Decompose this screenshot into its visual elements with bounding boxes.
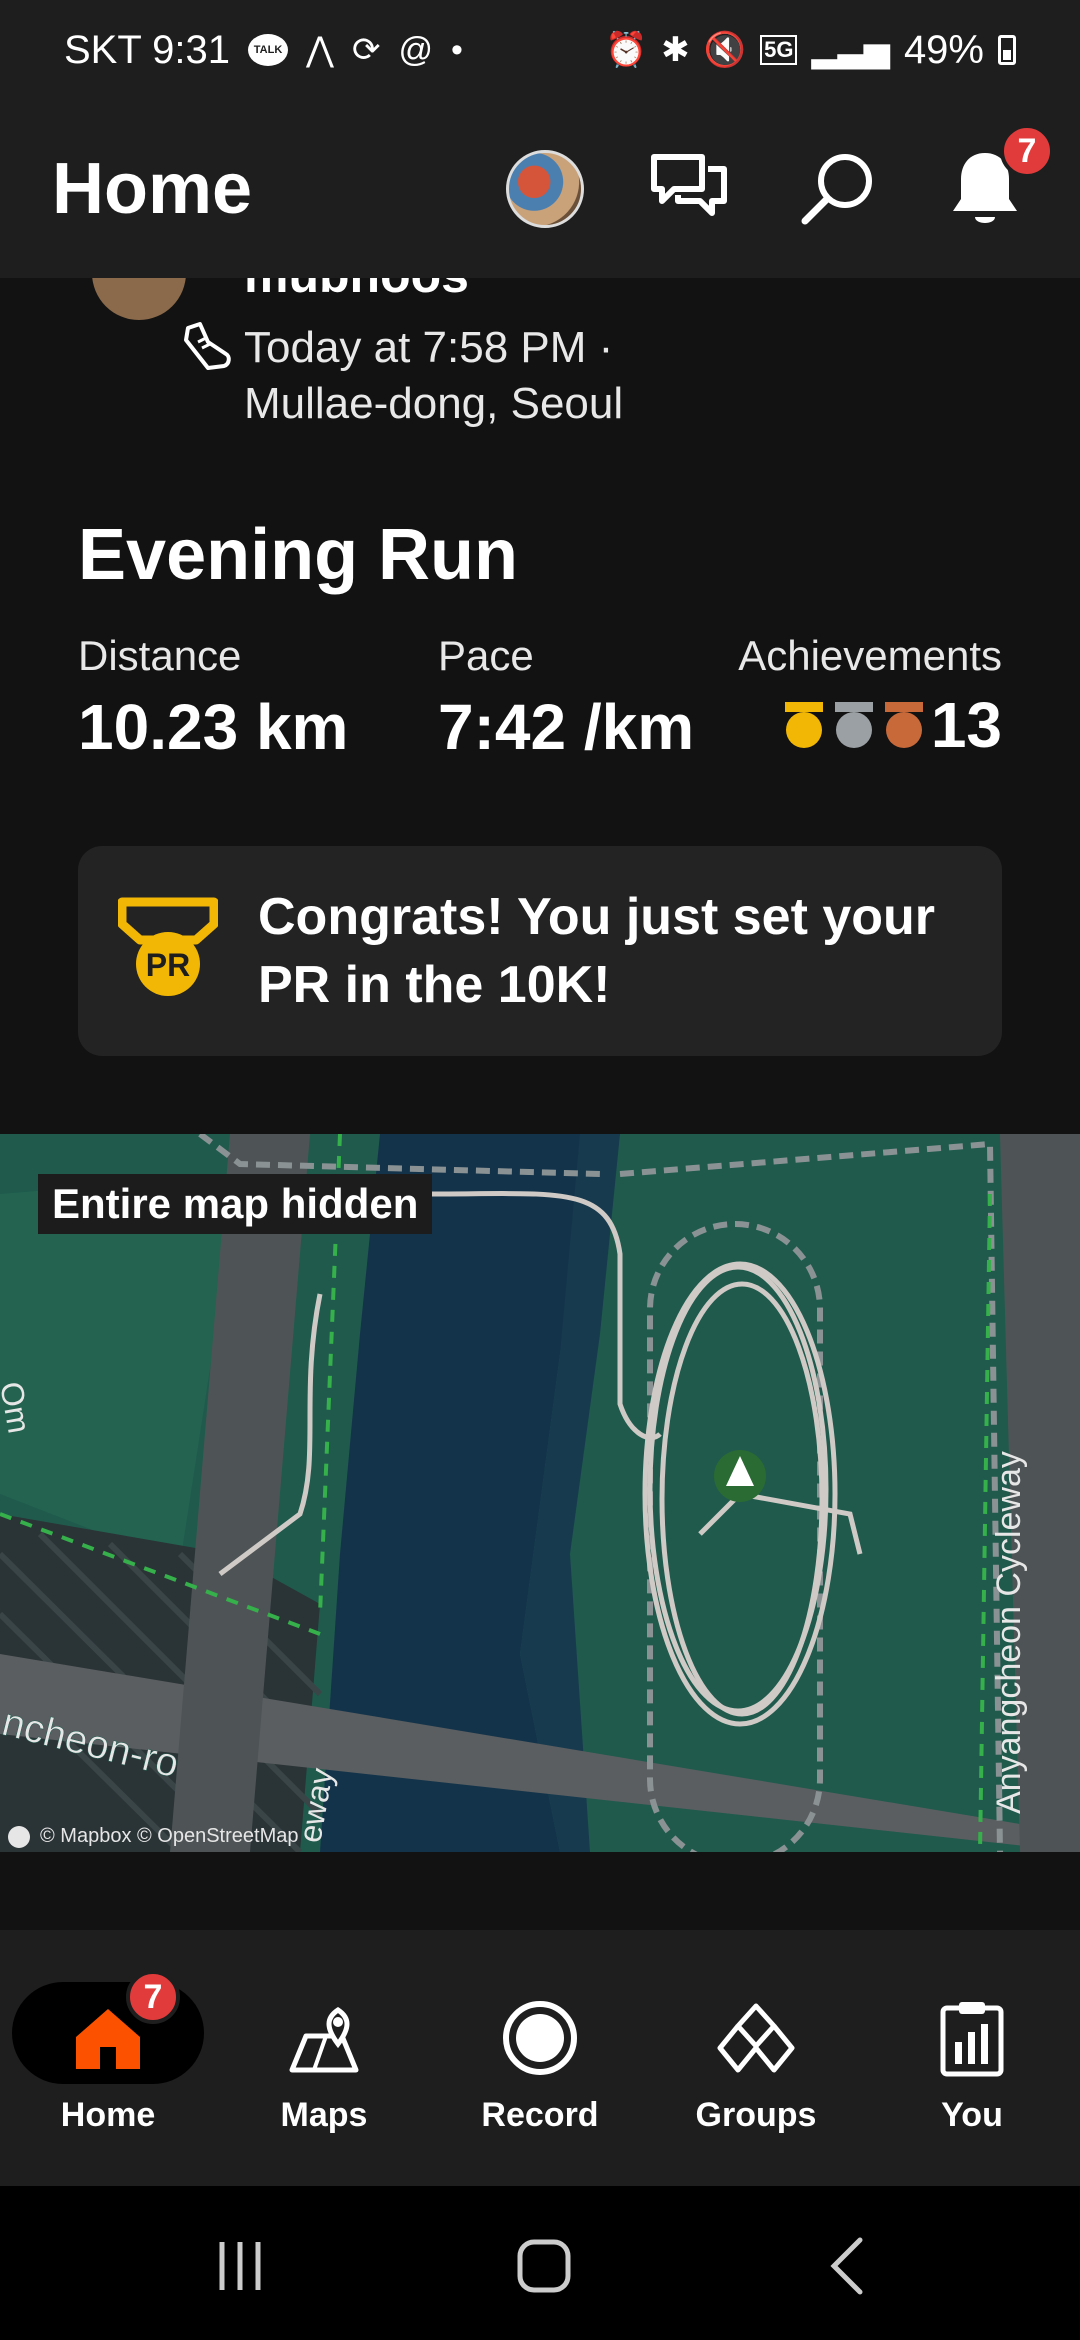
activity-title[interactable]: Evening Run: [78, 514, 518, 596]
nav-maps[interactable]: Maps: [216, 1930, 432, 2186]
pr-badge-text: PR: [146, 947, 190, 983]
pr-medal-icon: PR: [118, 897, 218, 996]
dot-icon: •: [450, 30, 463, 69]
strava-icon: ⋀: [306, 31, 334, 69]
sync-icon: ⟳: [351, 31, 381, 69]
battery-icon: [998, 35, 1016, 65]
gold-medal-icon: [784, 702, 823, 748]
recent-apps-icon: [219, 2242, 261, 2290]
athlete-name[interactable]: mubnoos: [244, 278, 469, 304]
map-hidden-label: Entire map hidden: [38, 1174, 433, 1234]
search-button[interactable]: [794, 146, 880, 232]
pr-message: Congrats! You just set your PR in the 10…: [258, 888, 936, 1014]
pace-value: 7:42 /km: [438, 691, 695, 763]
nav-record-label: Record: [481, 2096, 599, 2134]
notifications-button[interactable]: 7: [942, 124, 1054, 232]
recent-apps-button[interactable]: [190, 2226, 290, 2306]
run-shoe-icon: [184, 322, 231, 370]
maps-icon: [289, 2006, 359, 2073]
achievements-label: Achievements: [738, 632, 1002, 679]
back-chevron-icon: [830, 2237, 863, 2295]
pr-card[interactable]: PR Congrats! You just set your PR in the…: [78, 846, 1002, 1056]
bronze-medal-icon: [884, 702, 923, 748]
status-bar: SKT 9:31 TALK ⋀ ⟳ @ • ⏰ ✱ 🔇 5G ▂▃▅ 49%: [0, 0, 1080, 100]
threads-icon: @: [398, 30, 433, 69]
map-attribution[interactable]: © Mapbox © OpenStreetMap: [8, 1825, 299, 1848]
network-icon: 5G: [760, 35, 798, 65]
road-label-1: Anyangcheon Cycleway: [990, 1451, 1028, 1814]
back-button[interactable]: [800, 2226, 900, 2306]
chat-bubbles-icon: [651, 154, 727, 216]
nav-home-label: Home: [60, 2096, 156, 2134]
home-badge: 7: [126, 1970, 180, 2024]
nav-groups[interactable]: Groups: [648, 1930, 864, 2186]
kakaotalk-icon: TALK: [248, 34, 289, 66]
profile-avatar[interactable]: [506, 150, 584, 228]
battery-percent: 49%: [903, 27, 984, 72]
bottom-nav: 7 Home Maps Record Groups You: [0, 1930, 1080, 2186]
distance-label: Distance: [78, 632, 242, 679]
alarm-icon: ⏰: [604, 31, 648, 69]
search-icon: [801, 154, 872, 225]
pace-label: Pace: [438, 632, 534, 679]
silver-medal-icon: [834, 702, 873, 748]
groups-icon: [717, 2003, 795, 2073]
nav-home[interactable]: Home: [0, 1930, 216, 2186]
record-icon: [503, 2001, 577, 2075]
nav-you[interactable]: You: [864, 1930, 1080, 2186]
notification-badge: 7: [1000, 124, 1054, 178]
signal-icon: ▂▃▅: [811, 31, 890, 69]
stat-distance: Distance 10.23 km: [78, 632, 348, 764]
system-nav-bar: [0, 2186, 1080, 2340]
stat-pace: Pace 7:42 /km: [438, 632, 694, 764]
you-icon: [940, 2002, 1004, 2077]
activity-time: Today at 7:58 PM ·: [244, 323, 614, 372]
activity-map[interactable]: ncheon-ro Anyangcheon Cycleway eway Om E…: [0, 1134, 1080, 1852]
page-title: Home: [52, 149, 253, 229]
home-system-button[interactable]: [494, 2226, 594, 2306]
athlete-avatar[interactable]: [92, 278, 186, 320]
bluetooth-icon: ✱: [661, 31, 690, 69]
map-graphic: ncheon-ro Anyangcheon Cycleway eway Om: [0, 1134, 1080, 1852]
nav-you-label: You: [941, 2096, 1003, 2134]
attribution-text: © Mapbox © OpenStreetMap: [40, 1825, 299, 1847]
carrier-time: SKT 9:31: [64, 27, 231, 72]
achievements-count: 13: [930, 689, 1002, 761]
activity-feed[interactable]: mubnoos Today at 7:58 PM · Mullae-dong, …: [0, 278, 1080, 1930]
mute-icon: 🔇: [703, 31, 747, 69]
home-square-icon: [517, 2239, 571, 2293]
distance-value: 10.23 km: [78, 691, 349, 763]
app-header: Home 7: [0, 100, 1080, 278]
nav-maps-label: Maps: [280, 2096, 368, 2134]
activity-meta: Today at 7:58 PM · Mullae-dong, Seoul: [184, 320, 624, 432]
messages-button[interactable]: [646, 146, 732, 232]
nav-groups-label: Groups: [695, 2096, 817, 2134]
mapbox-logo-icon: [8, 1825, 30, 1848]
nav-record[interactable]: Record: [432, 1930, 648, 2186]
stat-achievements: Achievements 13: [738, 632, 1002, 762]
activity-location: Mullae-dong, Seoul: [244, 379, 624, 428]
